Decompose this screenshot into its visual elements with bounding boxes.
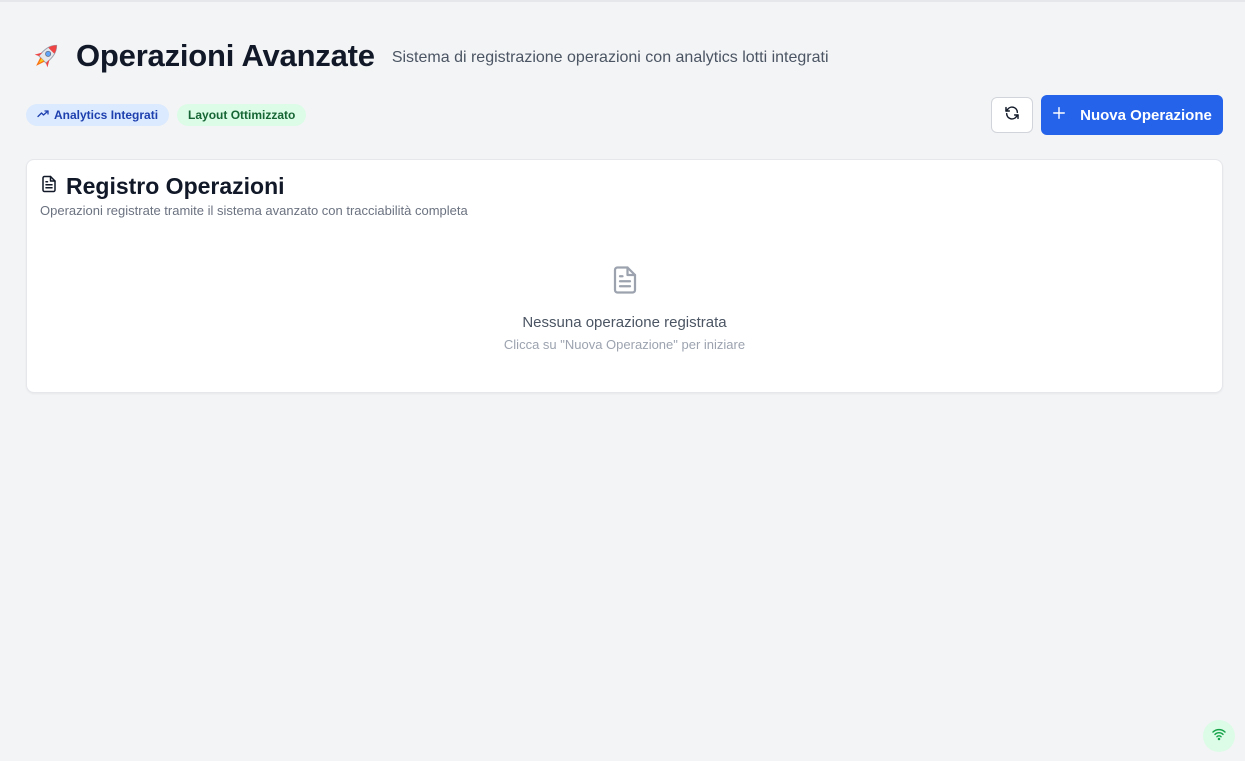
trending-up-icon — [37, 108, 49, 123]
layout-badge: Layout Ottimizzato — [177, 104, 307, 126]
analytics-badge: Analytics Integrati — [26, 104, 170, 126]
connection-status-indicator[interactable] — [1203, 720, 1235, 752]
layout-badge-label: Layout Ottimizzato — [188, 108, 296, 122]
card-header: Registro Operazioni — [40, 173, 285, 200]
wifi-icon — [1211, 726, 1227, 747]
analytics-badge-label: Analytics Integrati — [54, 108, 159, 122]
empty-state-title: Nessuna operazione registrata — [522, 314, 727, 331]
card-title: Registro Operazioni — [66, 173, 285, 199]
page-header: Operazioni Avanzate Sistema di registraz… — [26, 36, 829, 76]
refresh-button[interactable] — [991, 97, 1033, 133]
rocket-icon — [26, 36, 66, 76]
top-border — [0, 0, 1245, 2]
empty-state-hint: Clicca su "Nuova Operazione" per iniziar… — [503, 337, 746, 352]
feature-badges: Analytics Integrati Layout Ottimizzato — [26, 104, 307, 126]
page-subtitle: Sistema di registrazione operazioni con … — [391, 49, 829, 66]
operations-register-card: Registro Operazioni Operazioni registrat… — [26, 159, 1223, 393]
plus-icon — [1052, 106, 1066, 124]
page-title: Operazioni Avanzate — [76, 38, 375, 73]
document-icon — [40, 174, 58, 199]
empty-document-icon — [610, 263, 640, 302]
card-description: Operazioni registrate tramite il sistema… — [40, 203, 468, 218]
new-operation-label: Nuova Operazione — [1080, 106, 1212, 124]
new-operation-button[interactable]: Nuova Operazione — [1041, 95, 1223, 135]
refresh-icon — [1004, 105, 1020, 126]
empty-state: Nessuna operazione registrata Clicca su … — [27, 263, 1222, 352]
